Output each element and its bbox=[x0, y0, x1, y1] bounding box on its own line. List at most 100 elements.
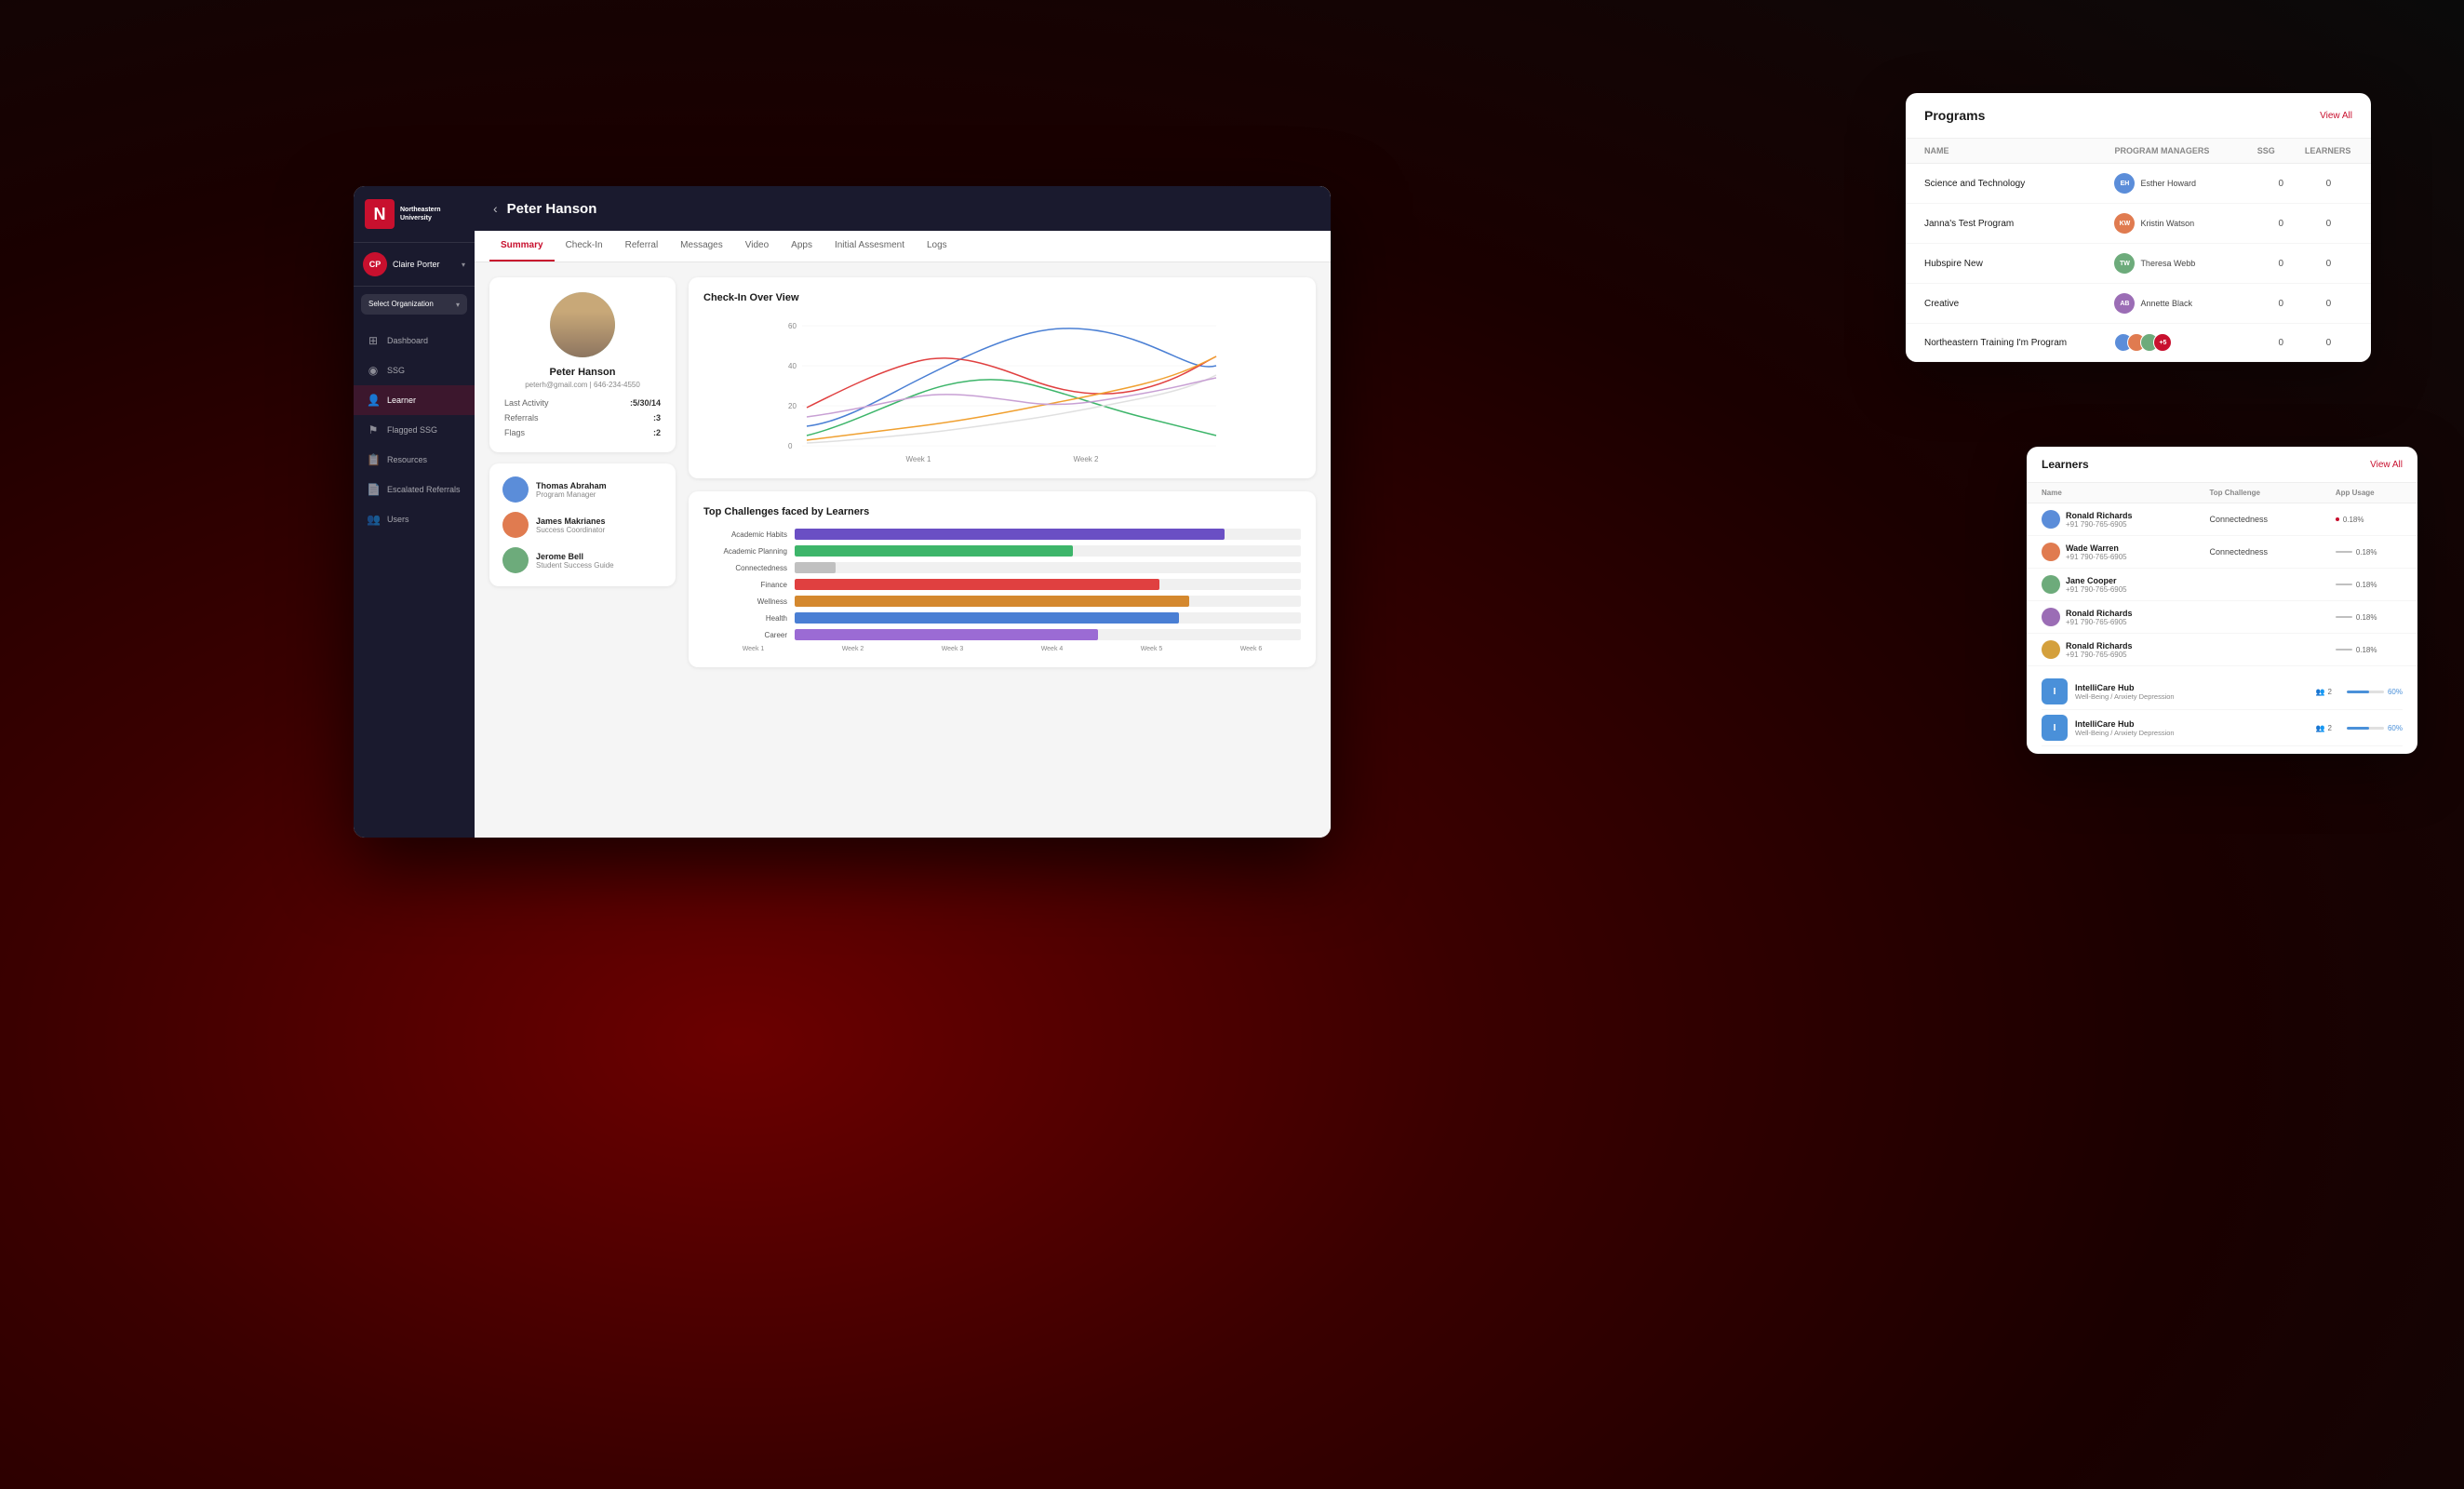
learner-name-cell-4: Ronald Richards +91 790-765-6905 bbox=[2042, 640, 2209, 659]
learner-row-4: Ronald Richards +91 790-765-6905 0.18% bbox=[2027, 634, 2417, 666]
profile-card: Peter Hanson peterh@gmail.com | 646-234-… bbox=[489, 277, 676, 452]
usage-text-1: 0.18% bbox=[2356, 548, 2377, 557]
logo-text: Northeastern University bbox=[400, 206, 441, 222]
svg-text:20: 20 bbox=[788, 402, 797, 410]
app-icon-0: I bbox=[2042, 678, 2068, 704]
learner-col-name: Name bbox=[2042, 489, 2209, 497]
sidebar-logo: N Northeastern University bbox=[354, 186, 475, 243]
tab-messages[interactable]: Messages bbox=[669, 231, 734, 262]
tab-apps[interactable]: Apps bbox=[780, 231, 824, 262]
profile-email: peterh@gmail.com | 646-234-4550 bbox=[525, 381, 640, 389]
member-role-1: Success Coordinator bbox=[536, 526, 663, 534]
sidebar-item-escalated-label: Escalated Referrals bbox=[387, 485, 461, 494]
learner-col-usage: App Usage bbox=[2336, 489, 2403, 497]
learners-3: 0 bbox=[2305, 299, 2352, 309]
col-learners: Learners bbox=[2305, 146, 2352, 155]
escalated-icon: 📄 bbox=[367, 483, 380, 496]
learner-avatar-4 bbox=[2042, 640, 2060, 659]
tab-logs[interactable]: Logs bbox=[916, 231, 958, 262]
usage-dash-1 bbox=[2336, 551, 2352, 553]
last-activity-value: :5/30/14 bbox=[630, 398, 661, 408]
learner-name-cell-1: Wade Warren +91 790-765-6905 bbox=[2042, 543, 2209, 561]
learner-name-0: Ronald Richards bbox=[2066, 511, 2133, 520]
checkin-chart-title: Check-In Over View bbox=[703, 292, 1301, 303]
program-row-0: Science and Technology EH Esther Howard … bbox=[1906, 164, 2371, 204]
sidebar-user[interactable]: CP Claire Porter ▾ bbox=[354, 243, 475, 287]
sidebar-item-dashboard[interactable]: ⊞ Dashboard bbox=[354, 326, 475, 355]
learner-name-3: Ronald Richards bbox=[2066, 609, 2133, 618]
ssg-2: 0 bbox=[2257, 259, 2305, 269]
usage-text-3: 0.18% bbox=[2356, 613, 2377, 622]
app-usage-percent-0: 60% bbox=[2388, 688, 2403, 696]
manager-avatar-0: EH bbox=[2114, 173, 2135, 194]
usage-dash-2 bbox=[2336, 584, 2352, 585]
week-label-1: Week 1 bbox=[743, 646, 765, 652]
sidebar-item-flagged-ssg[interactable]: ⚑ Flagged SSG bbox=[354, 415, 475, 445]
manager-name-1: Kristin Watson bbox=[2140, 219, 2194, 228]
manager-cell-3: AB Annette Black bbox=[2114, 293, 2256, 314]
app-usage-fill-0 bbox=[2347, 691, 2369, 693]
programs-view-all[interactable]: View All bbox=[2320, 111, 2352, 121]
learners-view-all[interactable]: View All bbox=[2370, 460, 2403, 470]
sidebar-item-escalated-referrals[interactable]: 📄 Escalated Referrals bbox=[354, 475, 475, 504]
learner-icon: 👤 bbox=[367, 394, 380, 407]
bar-fill-0 bbox=[795, 529, 1225, 540]
tab-summary[interactable]: Summary bbox=[489, 231, 555, 262]
manager-avatar-1: KW bbox=[2114, 213, 2135, 234]
usage-cell-1: 0.18% bbox=[2336, 548, 2403, 557]
bar-track-2 bbox=[795, 562, 1301, 573]
bar-fill-2 bbox=[795, 562, 836, 573]
sidebar-item-dashboard-label: Dashboard bbox=[387, 336, 428, 345]
org-select-dropdown[interactable]: Select Organization ▾ bbox=[361, 294, 467, 315]
tab-checkin[interactable]: Check-In bbox=[555, 231, 614, 262]
app-info-0: IntelliCare Hub Well-Being / Anxiety Dep… bbox=[2075, 683, 2309, 701]
week-label-4: Week 4 bbox=[1041, 646, 1064, 652]
app-learners-count-0: 2 bbox=[2328, 688, 2332, 696]
users-icon: 👥 bbox=[367, 513, 380, 526]
usage-text-4: 0.18% bbox=[2356, 646, 2377, 654]
programs-title: Programs bbox=[1924, 108, 1985, 123]
manager-avatar-2: TW bbox=[2114, 253, 2135, 274]
usage-dot-0 bbox=[2336, 517, 2339, 521]
learners-panel: Learners View All Name Top Challenge App… bbox=[2027, 447, 2417, 754]
left-panel: Peter Hanson peterh@gmail.com | 646-234-… bbox=[489, 277, 676, 823]
plus-badge: +5 bbox=[2153, 333, 2172, 352]
tab-referral[interactable]: Referral bbox=[614, 231, 670, 262]
bar-track-4 bbox=[795, 596, 1301, 607]
bar-row-5: Health bbox=[703, 612, 1301, 624]
program-row-1: Janna's Test Program KW Kristin Watson 0… bbox=[1906, 204, 2371, 244]
sidebar-item-flagged-label: Flagged SSG bbox=[387, 425, 437, 435]
program-name-4: Northeastern Training I'm Program bbox=[1924, 338, 2114, 348]
app-usage-0: 60% bbox=[2347, 688, 2403, 696]
sidebar-item-resources[interactable]: 📋 Resources bbox=[354, 445, 475, 475]
checkin-chart-svg: 60 40 20 0 bbox=[703, 315, 1301, 463]
member-avatar-0 bbox=[502, 476, 529, 503]
back-button[interactable]: ‹ bbox=[493, 201, 498, 216]
challenges-card: Top Challenges faced by Learners Academi… bbox=[689, 491, 1316, 667]
learner-row-1: Wade Warren +91 790-765-6905 Connectedne… bbox=[2027, 536, 2417, 569]
col-name: Name bbox=[1924, 146, 2114, 155]
sidebar: N Northeastern University CP Claire Port… bbox=[354, 186, 475, 838]
learner-name-2: Jane Cooper bbox=[2066, 576, 2127, 585]
ssg-1: 0 bbox=[2257, 219, 2305, 229]
member-name-0: Thomas Abraham bbox=[536, 481, 663, 490]
manager-name-2: Theresa Webb bbox=[2140, 259, 2195, 268]
sidebar-item-users[interactable]: 👥 Users bbox=[354, 504, 475, 534]
program-name-1: Janna's Test Program bbox=[1924, 219, 2114, 229]
ssg-3: 0 bbox=[2257, 299, 2305, 309]
sidebar-item-ssg[interactable]: ◉ SSG bbox=[354, 355, 475, 385]
bar-label-0: Academic Habits bbox=[703, 530, 787, 539]
tab-initial-assessment[interactable]: Initial Assesment bbox=[824, 231, 916, 262]
flags-label: Flags bbox=[504, 428, 525, 437]
learner-phone-2: +91 790-765-6905 bbox=[2066, 585, 2127, 594]
app-row-0: I IntelliCare Hub Well-Being / Anxiety D… bbox=[2042, 674, 2403, 710]
learner-row-3: Ronald Richards +91 790-765-6905 0.18% bbox=[2027, 601, 2417, 634]
usage-text-2: 0.18% bbox=[2356, 581, 2377, 589]
learners-table-header: Name Top Challenge App Usage bbox=[2027, 483, 2417, 503]
tab-video[interactable]: Video bbox=[734, 231, 780, 262]
sidebar-item-learner[interactable]: 👤 Learner bbox=[354, 385, 475, 415]
sidebar-item-users-label: Users bbox=[387, 515, 409, 524]
right-panel: Check-In Over View 60 40 20 0 bbox=[689, 277, 1316, 823]
learner-avatar-3 bbox=[2042, 608, 2060, 626]
learners-4: 0 bbox=[2305, 338, 2352, 348]
